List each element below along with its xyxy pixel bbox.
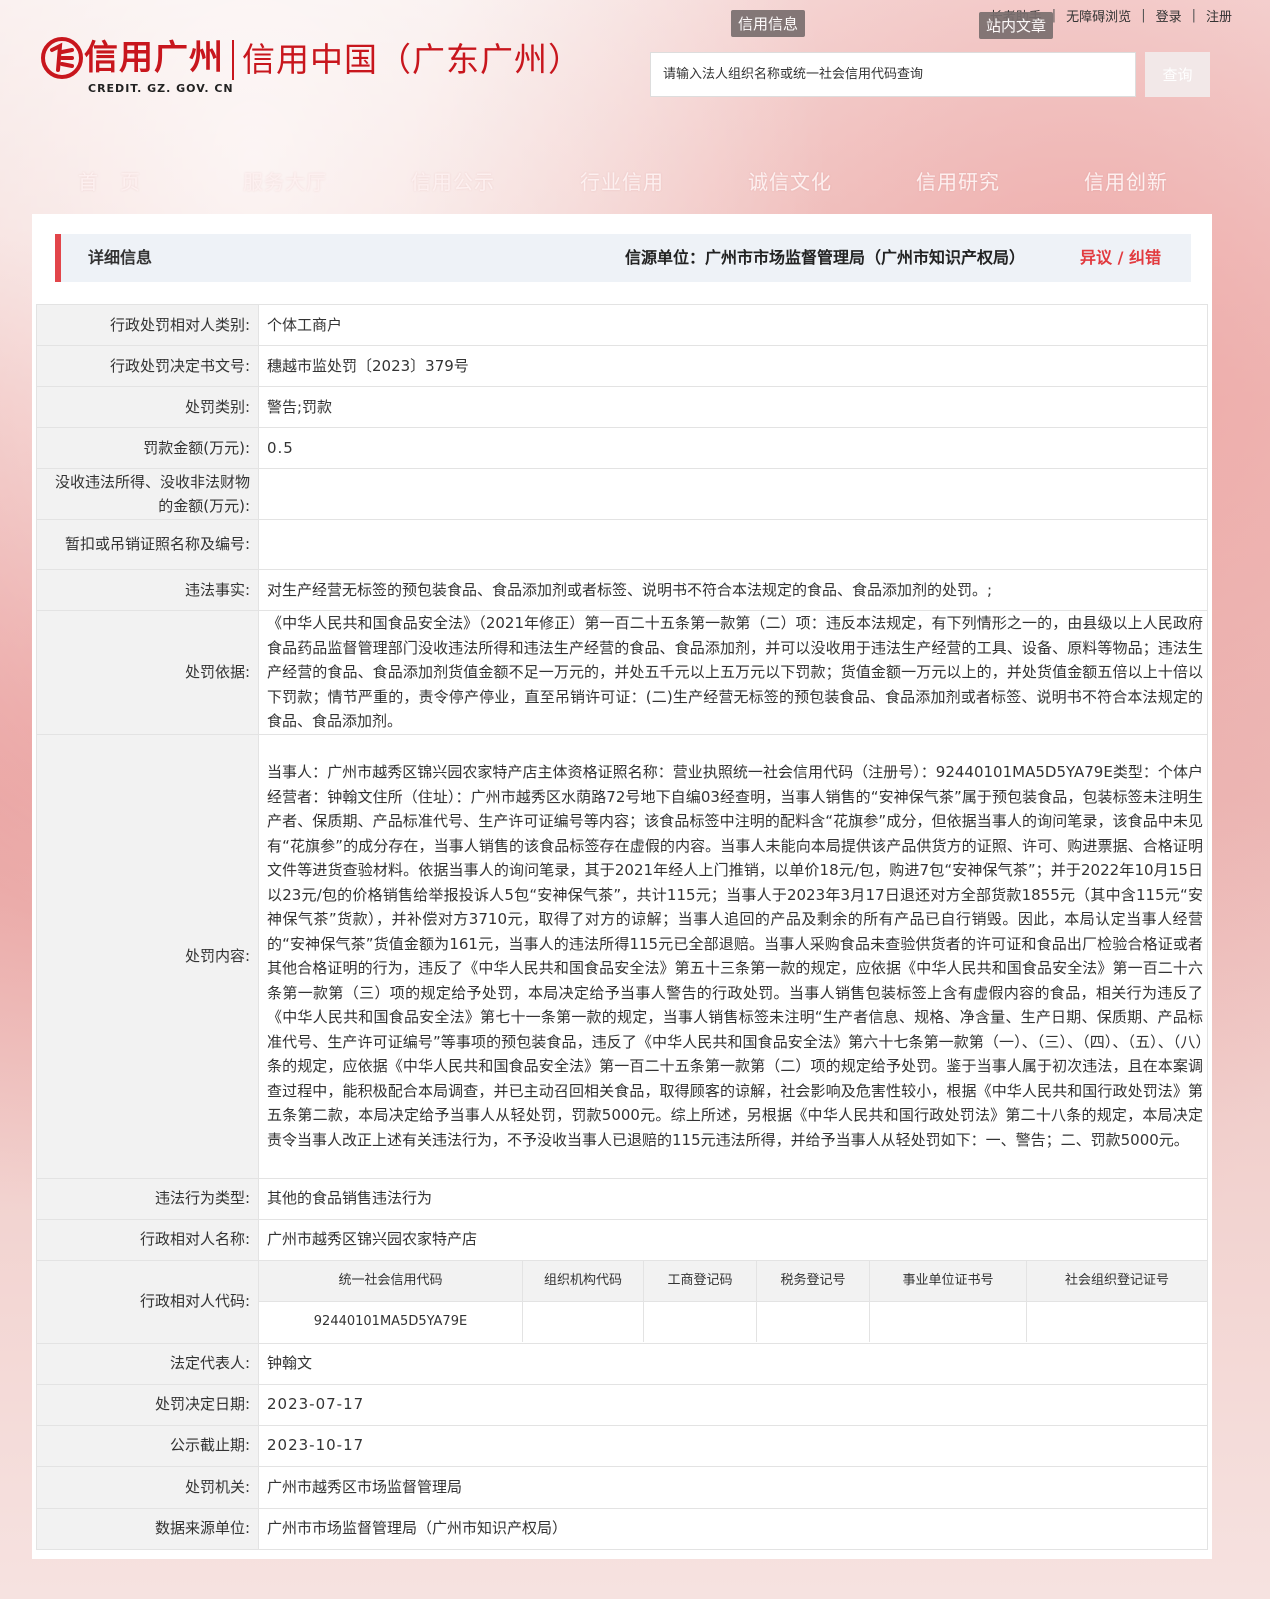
table-row: 行政相对人名称: 广州市越秀区锦兴园农家特产店 — [36, 1218, 1208, 1261]
row-label: 行政相对人代码: — [36, 1259, 259, 1344]
table-row: 处罚机关: 广州市越秀区市场监督管理局 — [36, 1465, 1208, 1509]
objection-link[interactable]: 异议 / 纠错 — [1080, 234, 1161, 282]
row-value: 广州市越秀区市场监督管理局 — [258, 1465, 1208, 1509]
row-value: 广州市越秀区锦兴园农家特产店 — [258, 1218, 1208, 1261]
codes-header: 工商登记码 — [643, 1261, 757, 1302]
table-row: 法定代表人: 钟翰文 — [36, 1342, 1208, 1385]
row-value: 广州市市场监督管理局（广州市知识产权局） — [258, 1507, 1208, 1550]
row-label: 罚款金额(万元): — [36, 427, 259, 469]
codes-value: 92440101MA5D5YA79E — [313, 1313, 468, 1329]
nav-credit-innovation[interactable]: 信用创新 — [1084, 166, 1168, 195]
row-label: 数据来源单位: — [36, 1507, 259, 1550]
table-row: 行政处罚相对人类别: 个体工商户 — [36, 304, 1208, 346]
table-row: 处罚内容: 当事人：广州市越秀区锦兴园农家特产店主体资格证照名称：营业执照统一社… — [36, 733, 1208, 1179]
logo-title: 信用广州 — [84, 38, 224, 78]
row-value: 《中华人民共和国食品安全法》（2021年修正）第一百二十五条第一款第（二）项：违… — [258, 610, 1208, 735]
search-box — [650, 52, 1136, 97]
table-row: 违法行为类型: 其他的食品销售违法行为 — [36, 1177, 1208, 1220]
row-label: 行政相对人名称: — [36, 1218, 259, 1261]
table-row: 没收违法所得、没收非法财物的金额(万元): — [36, 468, 1208, 520]
codes-value — [522, 1301, 644, 1342]
row-value: 警告;罚款 — [258, 386, 1208, 428]
search-button[interactable]: 查询 — [1145, 52, 1210, 97]
table-row: 行政处罚决定书文号: 穗越市监处罚〔2023〕379号 — [36, 345, 1208, 387]
nav-integrity-culture[interactable]: 诚信文化 — [748, 166, 832, 195]
detail-table: 行政处罚相对人类别: 个体工商户 行政处罚决定书文号: 穗越市监处罚〔2023〕… — [36, 304, 1208, 1550]
row-label: 违法行为类型: — [36, 1177, 259, 1220]
row-label: 公示截止期: — [36, 1424, 259, 1467]
source-unit: 信源单位：广州市市场监督管理局（广州市知识产权局） — [624, 248, 1025, 267]
row-value: 个体工商户 — [258, 304, 1208, 346]
codes-table: 统一社会信用代码 组织机构代码 工商登记码 税务登记号 事业单位证书号 社会组织… — [259, 1261, 1207, 1342]
row-label: 处罚决定日期: — [36, 1383, 259, 1426]
codes-header: 事业单位证书号 — [869, 1261, 1027, 1302]
nav-industry-credit[interactable]: 行业信用 — [580, 166, 664, 195]
logo-subtitle: 信用中国（广东广州） — [242, 40, 582, 79]
row-label: 处罚类别: — [36, 386, 259, 428]
table-row: 处罚类别: 警告;罚款 — [36, 386, 1208, 428]
codes-value — [756, 1301, 870, 1342]
site-article-tag[interactable]: 站内文章 — [979, 12, 1054, 39]
row-value: 对生产经营无标签的预包装食品、食品添加剂或者标签、说明书不符合本法规定的食品、食… — [258, 569, 1208, 611]
row-value — [258, 468, 1208, 520]
row-label: 没收违法所得、没收非法财物的金额(万元): — [36, 468, 259, 520]
register-link[interactable]: 注册 — [1206, 6, 1232, 25]
codes-value — [1026, 1301, 1207, 1342]
table-row: 数据来源单位: 广州市市场监督管理局（广州市知识产权局） — [36, 1507, 1208, 1550]
row-value: 2023-07-17 — [258, 1383, 1208, 1426]
separator: | — [1191, 8, 1196, 23]
codes-value-row: 92440101MA5D5YA79E — [259, 1301, 1207, 1342]
nav-credit-publicity[interactable]: 信用公示 — [411, 166, 495, 195]
logo-emblem-icon — [40, 36, 84, 80]
row-label: 处罚机关: — [36, 1465, 259, 1509]
search-input[interactable] — [651, 53, 1135, 96]
table-row: 违法事实: 对生产经营无标签的预包装食品、食品添加剂或者标签、说明书不符合本法规… — [36, 569, 1208, 611]
row-value: 其他的食品销售违法行为 — [258, 1177, 1208, 1220]
login-link[interactable]: 登录 — [1156, 6, 1182, 25]
site-logo[interactable]: 信用广州 信用中国（广东广州） CREDIT. GZ. GOV. CN — [40, 36, 582, 95]
row-label: 违法事实: — [36, 569, 259, 611]
codes-header: 统一社会信用代码 — [259, 1261, 523, 1302]
row-label: 暂扣或吊销证照名称及编号: — [36, 519, 259, 570]
row-value: 穗越市监处罚〔2023〕379号 — [258, 345, 1208, 387]
row-label: 行政处罚相对人类别: — [36, 304, 259, 346]
table-row: 暂扣或吊销证照名称及编号: — [36, 519, 1208, 570]
row-label: 处罚依据: — [36, 610, 259, 735]
table-row: 行政相对人代码: 统一社会信用代码 组织机构代码 工商登记码 税务登记号 事业单… — [36, 1259, 1208, 1344]
codes-header-row: 统一社会信用代码 组织机构代码 工商登记码 税务登记号 事业单位证书号 社会组织… — [259, 1261, 1207, 1302]
codes-value — [643, 1301, 757, 1342]
codes-header: 组织机构代码 — [522, 1261, 644, 1302]
logo-domain: CREDIT. GZ. GOV. CN — [88, 82, 234, 95]
codes-header: 税务登记号 — [756, 1261, 870, 1302]
main-nav: 首 页 服务大厅 信用公示 行业信用 诚信文化 信用研究 信用创新 — [0, 166, 1270, 196]
row-value: 钟翰文 — [258, 1342, 1208, 1385]
row-value — [258, 519, 1208, 570]
detail-title: 详细信息 — [88, 248, 153, 267]
row-value: 2023-10-17 — [258, 1424, 1208, 1467]
table-row: 公示截止期: 2023-10-17 — [36, 1424, 1208, 1467]
row-label: 法定代表人: — [36, 1342, 259, 1385]
separator: | — [1141, 8, 1146, 23]
codes-cell: 统一社会信用代码 组织机构代码 工商登记码 税务登记号 事业单位证书号 社会组织… — [258, 1259, 1208, 1344]
row-value: 当事人：广州市越秀区锦兴园农家特产店主体资格证照名称：营业执照统一社会信用代码（… — [258, 733, 1208, 1179]
table-row: 处罚依据: 《中华人民共和国食品安全法》（2021年修正）第一百二十五条第一款第… — [36, 610, 1208, 735]
table-row: 处罚决定日期: 2023-07-17 — [36, 1383, 1208, 1426]
row-label: 行政处罚决定书文号: — [36, 345, 259, 387]
table-row: 罚款金额(万元): 0.5 — [36, 427, 1208, 469]
detail-panel: 详细信息 信源单位：广州市市场监督管理局（广州市知识产权局） 异议 / 纠错 行… — [32, 214, 1212, 1559]
row-value: 0.5 — [258, 427, 1208, 469]
header-accent — [55, 234, 61, 282]
codes-value — [869, 1301, 1027, 1342]
credit-info-tag[interactable]: 信用信息 — [731, 10, 806, 37]
row-label: 处罚内容: — [36, 733, 259, 1179]
detail-header: 详细信息 信源单位：广州市市场监督管理局（广州市知识产权局） 异议 / 纠错 — [55, 234, 1191, 282]
barrier-free-link[interactable]: 无障碍浏览 — [1066, 6, 1131, 25]
nav-service-hall[interactable]: 服务大厅 — [243, 166, 327, 195]
logo-divider — [232, 40, 234, 80]
nav-home[interactable]: 首 页 — [78, 166, 141, 195]
codes-header: 社会组织登记证号 — [1026, 1261, 1207, 1302]
nav-credit-research[interactable]: 信用研究 — [916, 166, 1000, 195]
